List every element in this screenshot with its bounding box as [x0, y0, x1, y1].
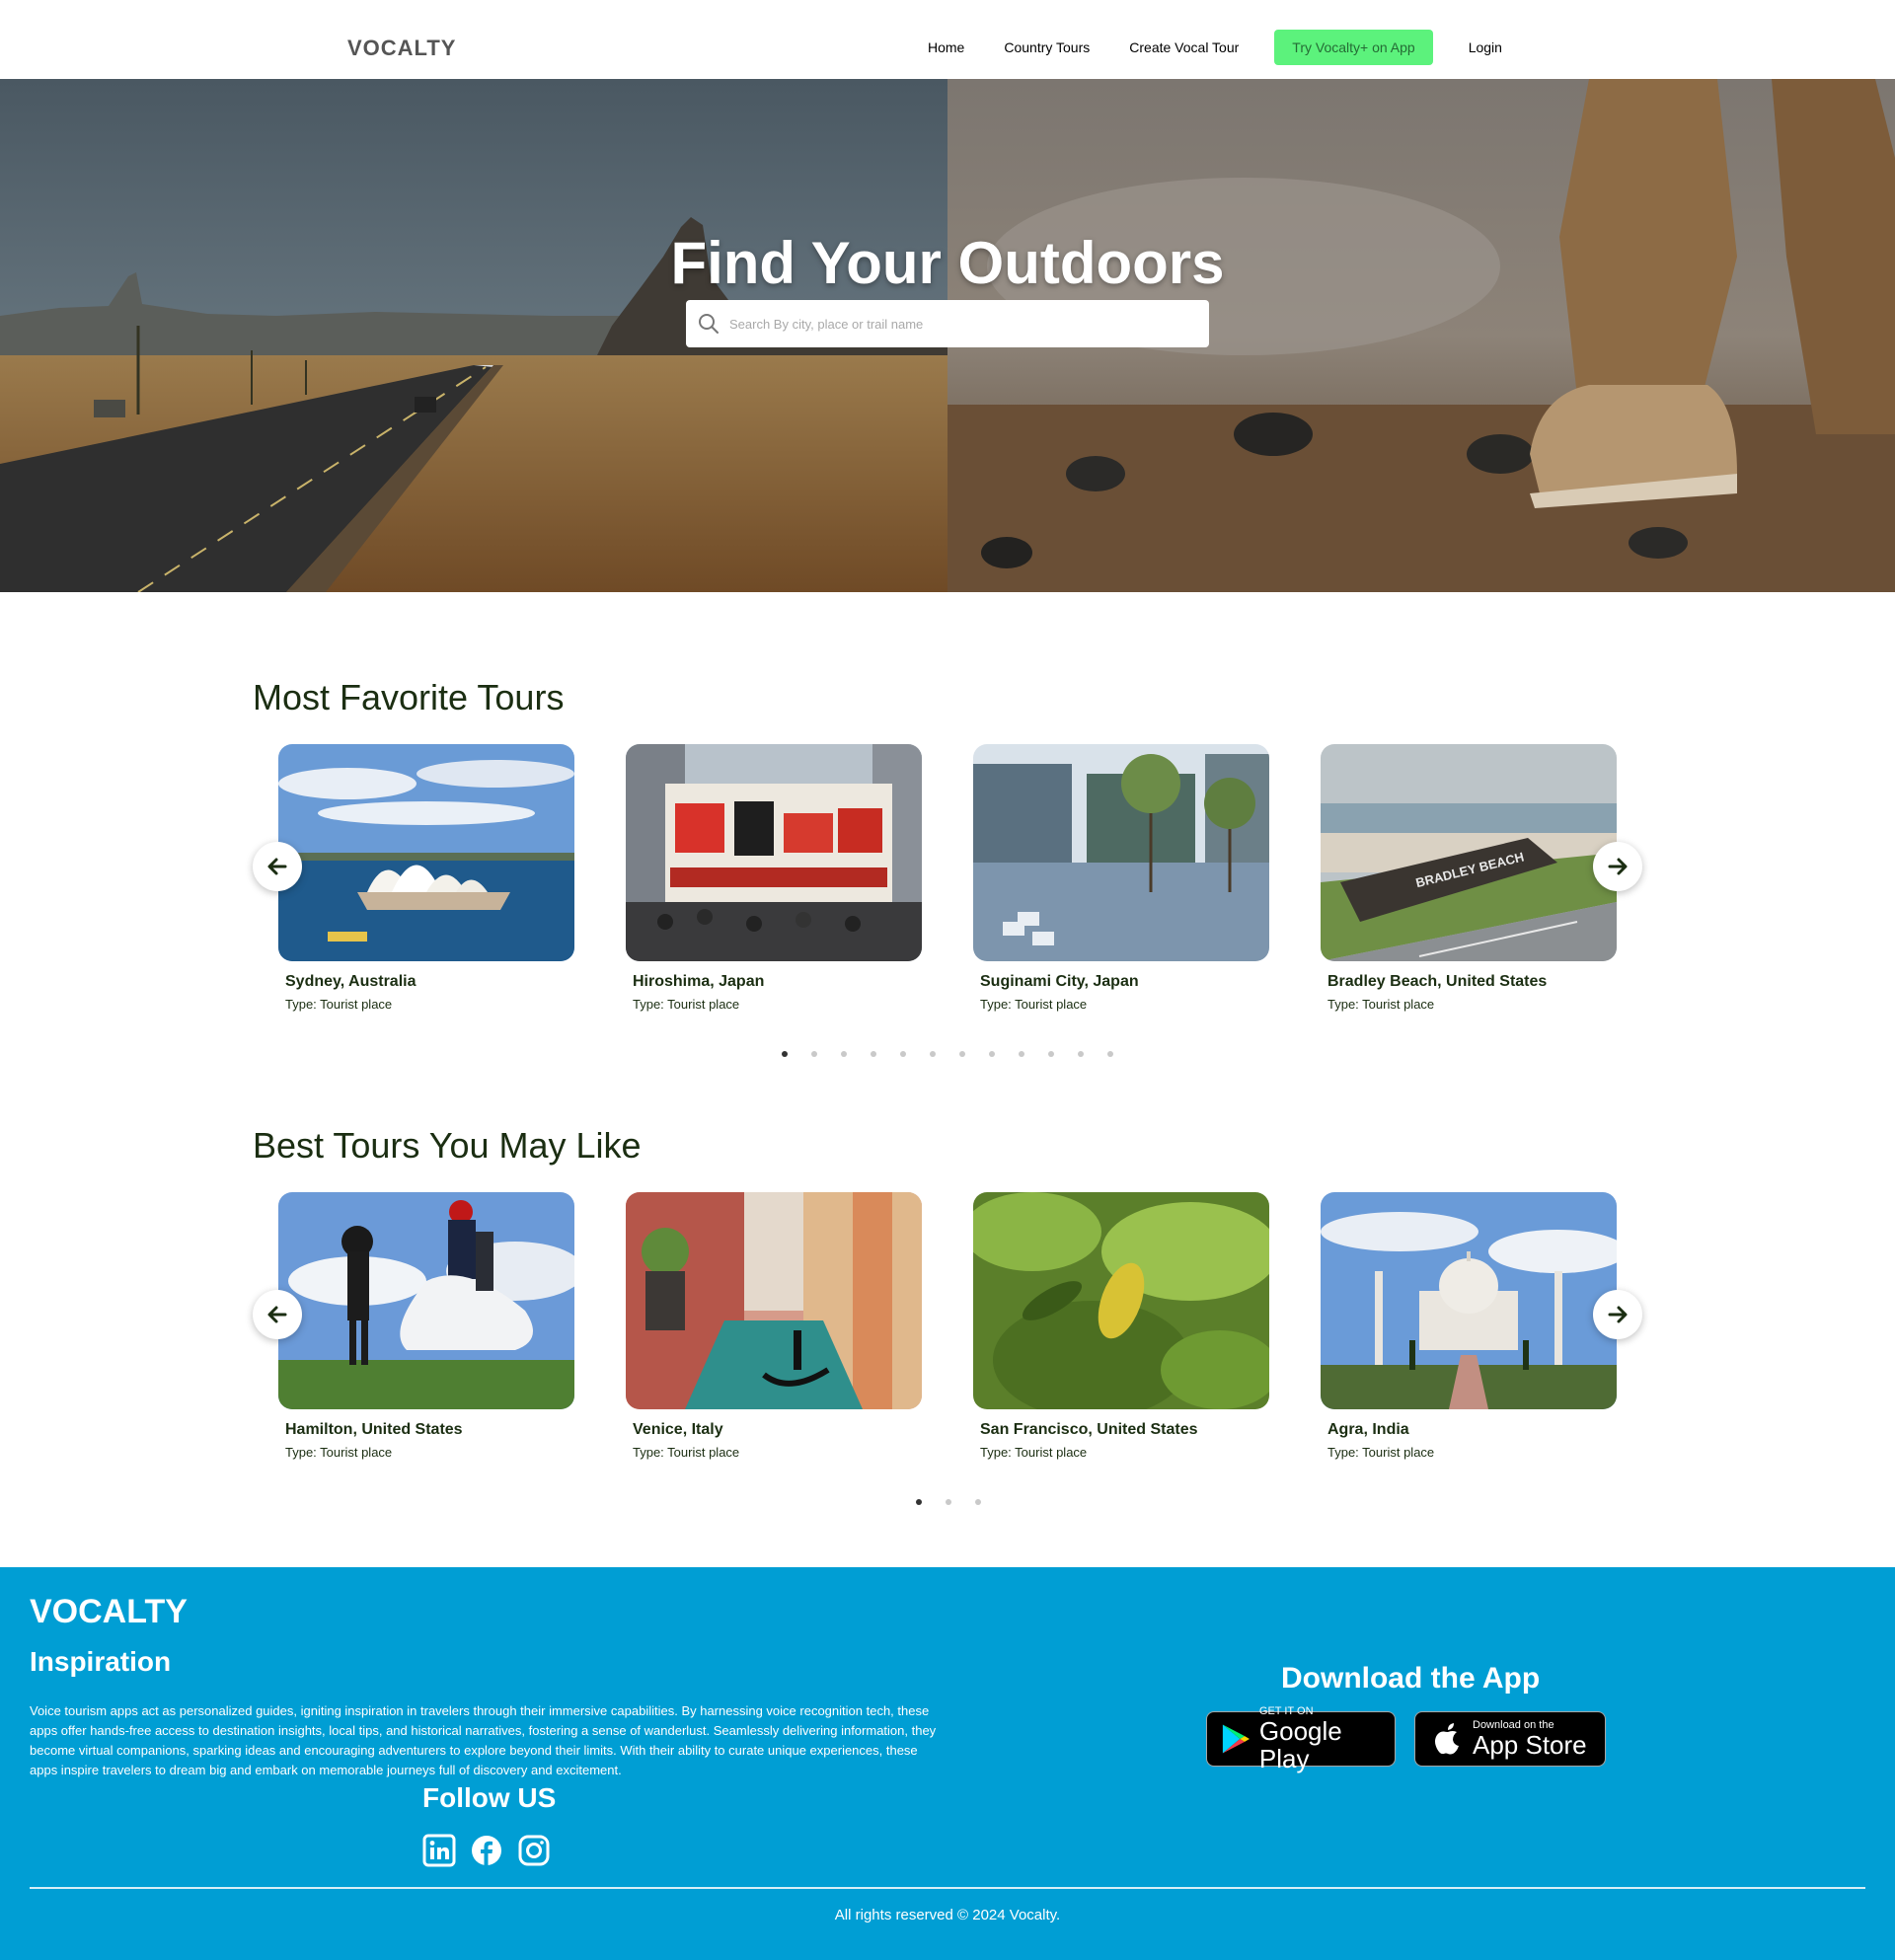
tour-card-image-hiroshima — [626, 744, 922, 961]
tour-card-title: Suginami City, Japan — [980, 973, 1139, 990]
social-links — [422, 1834, 551, 1867]
app-store-button[interactable]: Download on the App Store — [1414, 1711, 1606, 1767]
footer-divider — [30, 1887, 1865, 1889]
brand-logo[interactable]: VOCALTY — [347, 36, 456, 61]
tour-card[interactable]: Sydney, Australia Type: Tourist place — [278, 744, 574, 1012]
google-play-label: Google Play — [1258, 1716, 1342, 1773]
tour-card-type: Type: Tourist place — [633, 997, 740, 1012]
tour-card[interactable]: Venice, Italy Type: Tourist place — [626, 1192, 922, 1460]
tour-card-image-hamilton — [278, 1192, 574, 1409]
tour-card-image-bradley-beach: BRADLEY BEACH — [1321, 744, 1617, 961]
best-tours-carousel-dot[interactable] — [975, 1499, 981, 1505]
carousel-prev-button[interactable] — [253, 1290, 302, 1339]
tour-card-title: Hamilton, United States — [285, 1421, 463, 1438]
best-tours-carousel: Hamilton, United States Type: Tourist pl… — [253, 1192, 1642, 1488]
carousel-next-button[interactable] — [1593, 1290, 1642, 1339]
carousel-next-button[interactable] — [1593, 842, 1642, 891]
linkedin-icon[interactable] — [422, 1834, 456, 1867]
hero-banner: Find Your Outdoors — [0, 79, 1895, 592]
apple-icon — [1435, 1723, 1459, 1755]
favorites-carousel-dot[interactable] — [900, 1051, 906, 1057]
tour-card-type: Type: Tourist place — [633, 1445, 740, 1460]
tour-card[interactable]: Suginami City, Japan Type: Tourist place — [973, 744, 1269, 1012]
tour-card[interactable]: BRADLEY BEACH Bradley Beach, United Stat… — [1321, 744, 1617, 1012]
favorites-carousel: Sydney, Australia Type: Tourist place Hi… — [253, 744, 1642, 1040]
hero-title: Find Your Outdoors — [670, 230, 1225, 296]
favorites-carousel-dot[interactable] — [1048, 1051, 1054, 1057]
tour-card-image-sydney — [278, 744, 574, 961]
google-play-button[interactable]: GET IT ON Google Play — [1206, 1705, 1396, 1772]
tour-card-image-agra — [1321, 1192, 1617, 1409]
search-input[interactable] — [729, 316, 1183, 332]
tour-card-image-venice — [626, 1192, 922, 1409]
favorites-carousel-dot[interactable] — [930, 1051, 936, 1057]
favorites-carousel-dot[interactable] — [871, 1051, 876, 1057]
search-icon — [699, 314, 719, 334]
login-link[interactable]: Login — [1449, 30, 1522, 65]
favorites-carousel-dot[interactable] — [1078, 1051, 1084, 1057]
tour-card-type: Type: Tourist place — [1327, 997, 1435, 1012]
favorites-carousel-dot[interactable] — [811, 1051, 817, 1057]
arrow-right-icon — [1608, 858, 1628, 875]
tour-card[interactable]: San Francisco, United States Type: Touri… — [973, 1192, 1269, 1460]
download-app-title: Download the App — [1281, 1662, 1541, 1695]
tour-card-title: Hiroshima, Japan — [633, 973, 765, 990]
favorites-carousel-dot[interactable] — [1019, 1051, 1024, 1057]
facebook-icon[interactable] — [470, 1834, 503, 1867]
search-bar[interactable] — [686, 300, 1209, 347]
nav-links: Home Country Tours Create Vocal Tour Try… — [908, 30, 1522, 65]
instagram-icon[interactable] — [517, 1834, 551, 1867]
tour-card-type: Type: Tourist place — [1327, 1445, 1435, 1460]
tour-card[interactable]: Hiroshima, Japan Type: Tourist place — [626, 744, 922, 1012]
tour-card-title: Sydney, Australia — [285, 973, 417, 990]
favorites-carousel-dot[interactable] — [841, 1051, 847, 1057]
tour-card-title: Agra, India — [1327, 1421, 1409, 1438]
app-store-label: App Store — [1473, 1730, 1587, 1760]
tour-card-type: Type: Tourist place — [285, 1445, 393, 1460]
tour-card[interactable]: Agra, India Type: Tourist place — [1321, 1192, 1617, 1460]
tour-card-type: Type: Tourist place — [980, 1445, 1088, 1460]
nav-link-home[interactable]: Home — [908, 30, 984, 65]
favorites-carousel-dots — [782, 1051, 1113, 1057]
tour-card-image-san-francisco — [973, 1192, 1269, 1409]
best-tours-section-title: Best Tours You May Like — [253, 1125, 642, 1166]
favorites-carousel-dot[interactable] — [782, 1051, 788, 1057]
carousel-prev-button[interactable] — [253, 842, 302, 891]
footer-brand: VOCALTY — [30, 1593, 188, 1630]
copyright-text: All rights reserved © 2024 Vocalty. — [834, 1907, 1061, 1923]
footer: VOCALTY Inspiration Voice tourism apps a… — [0, 1567, 1895, 1960]
navbar: VOCALTY Home Country Tours Create Vocal … — [0, 0, 1895, 79]
best-tours-carousel-dot[interactable] — [916, 1499, 922, 1505]
favorites-carousel-dot[interactable] — [989, 1051, 995, 1057]
tour-card-type: Type: Tourist place — [285, 997, 393, 1012]
arrow-left-icon — [267, 858, 287, 875]
arrow-right-icon — [1608, 1306, 1628, 1323]
footer-inspiration-text: Voice tourism apps act as personalized g… — [30, 1703, 937, 1777]
favorites-section-title: Most Favorite Tours — [253, 677, 565, 717]
arrow-left-icon — [267, 1306, 287, 1323]
best-tours-carousel-dot[interactable] — [946, 1499, 951, 1505]
tour-card-image-suginami — [973, 744, 1269, 961]
favorites-carousel-dot[interactable] — [959, 1051, 965, 1057]
tour-card-title: Bradley Beach, United States — [1327, 973, 1548, 990]
footer-inspiration-title: Inspiration — [30, 1646, 172, 1677]
google-play-icon — [1222, 1724, 1250, 1754]
try-vocalty-plus-button[interactable]: Try Vocalty+ on App — [1274, 30, 1433, 65]
tour-card-title: San Francisco, United States — [980, 1421, 1198, 1438]
footer-follow-title: Follow US — [422, 1782, 557, 1813]
nav-link-country-tours[interactable]: Country Tours — [984, 30, 1109, 65]
tour-card-type: Type: Tourist place — [980, 997, 1088, 1012]
best-tours-carousel-dots — [916, 1499, 981, 1505]
favorites-carousel-dot[interactable] — [1107, 1051, 1113, 1057]
nav-link-create-vocal-tour[interactable]: Create Vocal Tour — [1109, 30, 1258, 65]
tour-card[interactable]: Hamilton, United States Type: Tourist pl… — [278, 1192, 574, 1460]
tour-card-title: Venice, Italy — [633, 1421, 723, 1438]
